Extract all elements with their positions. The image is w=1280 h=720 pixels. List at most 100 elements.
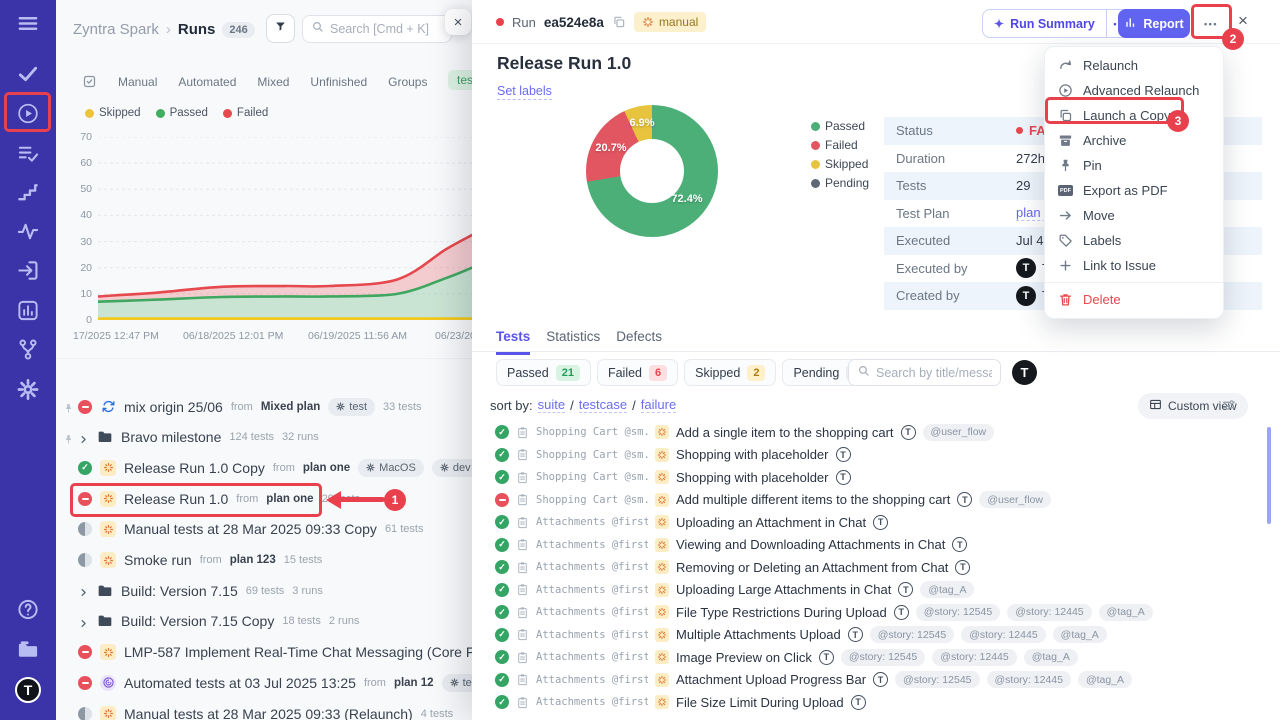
breadcrumb-project[interactable]: Zyntra Spark [73,21,159,38]
filter-failed[interactable]: Failed6 [597,359,678,386]
menu-item-move[interactable]: Move [1045,203,1223,228]
tab-badge-tes[interactable]: tes [448,70,472,90]
sliders-icon[interactable] [1221,397,1237,413]
test-tag[interactable]: @user_flow [923,424,995,441]
test-tag[interactable]: @story: 12445 [961,626,1045,643]
test-row[interactable]: ✓Shopping Cart @sm...Add a single item t… [472,421,1268,444]
runs-search-input[interactable] [330,22,443,36]
sign-in-icon[interactable] [17,259,40,282]
run-tag[interactable]: dev [432,459,472,477]
report-button[interactable]: Report [1118,9,1190,38]
test-row[interactable]: ✓Attachments @firstImage Preview on Clic… [472,646,1268,669]
help-icon[interactable] [17,598,40,621]
chevron-right-icon[interactable] [78,432,89,443]
menu-item-labels[interactable]: Labels [1045,228,1223,253]
steps-icon[interactable] [17,181,40,204]
run-row[interactable]: LMP-587 Implement Real-Time Chat Messagi… [56,637,472,668]
bar-chart-icon[interactable] [17,299,40,322]
test-tag[interactable]: @tag_A [1099,604,1153,621]
assignee-avatar[interactable]: T [1012,360,1037,385]
test-row[interactable]: ✓Attachments @firstViewing and Downloadi… [472,534,1268,557]
filter-skipped[interactable]: Skipped2 [684,359,776,386]
run-row[interactable]: Build: Version 7.1569 tests3 runs [56,575,472,606]
filter-passed[interactable]: Passed21 [496,359,591,386]
breadcrumb-section[interactable]: Runs [178,21,216,38]
test-tag[interactable]: @story: 12545 [870,626,954,643]
run-row[interactable]: Manual tests at 28 Mar 2025 09:33 (Relau… [56,698,472,720]
folder-open-icon[interactable] [17,638,40,661]
copy-run-id-icon[interactable] [612,15,626,29]
run-summary-button[interactable]: ✦ Run Summary [983,10,1106,37]
test-row[interactable]: ✓Attachments @firstMultiple Attachments … [472,624,1268,647]
run-row[interactable]: ✓Release Run 1.0 Copyfromplan oneMacOSde… [56,452,472,483]
run-plan-link[interactable]: Mixed plan [261,401,320,413]
test-tag[interactable]: @story: 12445 [1007,604,1091,621]
menu-item-relaunch[interactable]: Relaunch [1045,53,1223,78]
run-plan-link[interactable]: plan 123 [230,554,276,566]
run-plan-link[interactable]: plan 12 [394,677,434,689]
sort-by-testcase[interactable]: testcase [579,397,627,413]
tab-automated[interactable]: Automated [178,75,236,89]
test-row[interactable]: ✓Shopping Cart @sm...Shopping with place… [472,466,1268,489]
run-row-highlighted[interactable]: Release Run 1.0fromplan one29 tests [56,483,472,514]
select-runs-icon[interactable] [82,74,97,89]
tab-mixed[interactable]: Mixed [257,75,289,89]
run-plan-link[interactable]: plan one [303,462,350,474]
test-row[interactable]: Shopping Cart @sm...Add multiple differe… [472,489,1268,512]
run-row[interactable]: Smoke runfromplan 12315 tests [56,545,472,576]
run-tag[interactable]: MacOS [358,459,424,477]
test-row[interactable]: ✓Attachments @firstFile Type Restriction… [472,601,1268,624]
menu-item-link-to-issue[interactable]: Link to Issue [1045,253,1223,278]
chevron-right-icon[interactable] [78,616,89,627]
test-tag[interactable]: @tag_A [1053,626,1107,643]
test-row[interactable]: ✓Attachments @firstFile Size Limit Durin… [472,691,1268,714]
menu-item-delete[interactable]: Delete [1045,287,1223,312]
menu-item-advanced-relaunch[interactable]: Advanced Relaunch [1045,78,1223,103]
menu-item-archive[interactable]: Archive [1045,128,1223,153]
test-row[interactable]: ✓Attachments @firstAttachment Upload Pro… [472,669,1268,692]
run-tag[interactable]: test [328,398,375,416]
run-more-actions-button[interactable]: ••• [1196,10,1226,37]
test-tag[interactable]: @story: 12445 [932,649,1016,666]
set-labels-link[interactable]: Set labels [497,84,552,100]
test-row[interactable]: ✓Attachments @firstRemoving or Deleting … [472,556,1268,579]
sort-by-suite[interactable]: suite [538,397,565,413]
play-icon[interactable] [17,102,40,125]
run-row[interactable]: Manual tests at 28 Mar 2025 09:33 Copy61… [56,514,472,545]
menu-item-launch-a-copy[interactable]: Launch a Copy [1045,103,1223,128]
list-check-icon[interactable] [17,142,40,165]
branch-icon[interactable] [17,338,40,361]
menu-item-export-as-pdf[interactable]: PDFExport as PDF [1045,178,1223,203]
run-row[interactable]: Bravo milestone124 tests32 runs [56,422,472,453]
chevron-right-icon[interactable] [78,585,89,596]
test-row[interactable]: ✓Attachments @firstUploading an Attachme… [472,511,1268,534]
run-plan-link[interactable]: plan one [266,493,313,505]
menu-item-pin[interactable]: Pin [1045,153,1223,178]
menu-icon[interactable] [17,12,40,35]
user-avatar[interactable]: T [15,677,41,703]
tests-search-input[interactable] [876,366,992,380]
tests-scrollbar[interactable] [1267,427,1271,524]
close-runs-popover-button[interactable]: × [445,9,471,35]
check-icon[interactable] [17,62,40,85]
tab-manual[interactable]: Manual [118,75,157,89]
test-tag[interactable]: @user_flow [979,491,1051,508]
test-row[interactable]: ✓Shopping Cart @sm...Shopping with place… [472,444,1268,467]
sort-by-failure[interactable]: failure [641,397,676,413]
close-run-panel-button[interactable]: × [1238,11,1248,31]
run-tag[interactable]: test [442,674,472,692]
pulse-icon[interactable] [17,220,40,243]
filter-button[interactable] [266,14,295,43]
run-row[interactable]: mix origin 25/06fromMixed plantest33 tes… [56,391,472,422]
test-tag[interactable]: @story: 12545 [895,671,979,688]
test-tag[interactable]: @story: 12545 [916,604,1000,621]
test-tag[interactable]: @story: 12545 [841,649,925,666]
test-tag[interactable]: @tag_A [1078,671,1132,688]
tab-unfinished[interactable]: Unfinished [310,75,367,89]
test-row[interactable]: ✓Attachments @firstUploading Large Attac… [472,579,1268,602]
run-row[interactable]: Automated tests at 03 Jul 2025 13:25from… [56,667,472,698]
test-tag[interactable]: @story: 12445 [987,671,1071,688]
gear-icon[interactable] [17,378,40,401]
test-tag[interactable]: @tag_A [1024,649,1078,666]
test-tag[interactable]: @tag_A [920,581,974,598]
